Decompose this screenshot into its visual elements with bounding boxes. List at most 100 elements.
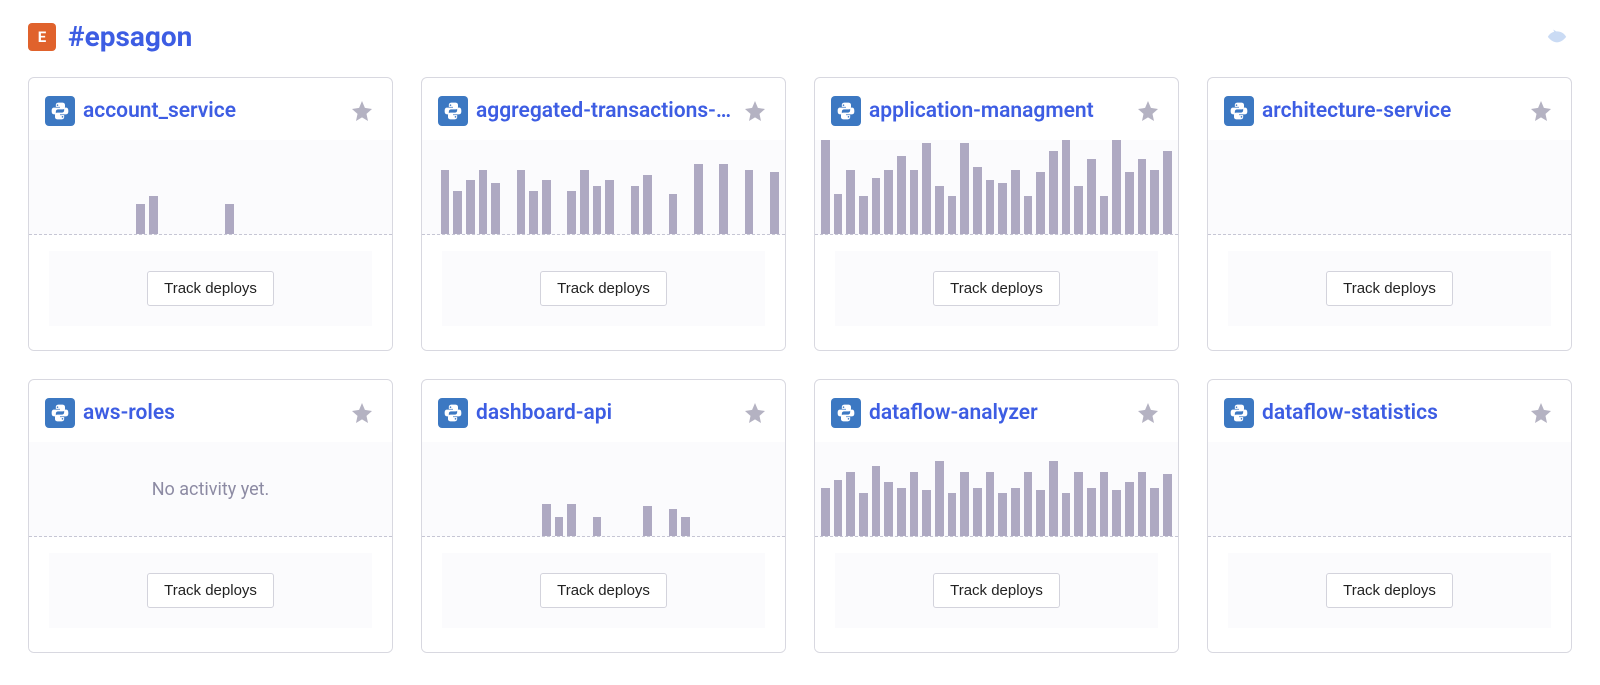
card-header: aws-roles xyxy=(29,380,392,442)
activity-bar xyxy=(770,535,779,536)
activity-bar xyxy=(1252,535,1261,536)
activity-bar xyxy=(491,183,500,234)
activity-bars xyxy=(821,140,1172,234)
project-title-link[interactable]: application-managment xyxy=(869,99,1126,123)
project-title-link[interactable]: aggregated-transactions-worker xyxy=(476,99,733,123)
activity-bar xyxy=(250,233,259,234)
activity-bars xyxy=(428,140,779,234)
activity-bar xyxy=(669,194,678,234)
activity-bar xyxy=(1150,488,1159,536)
activity-bar xyxy=(960,143,969,234)
project-title-link[interactable]: dataflow-analyzer xyxy=(869,401,1126,425)
activity-bar xyxy=(1505,535,1514,536)
activity-bars xyxy=(428,442,779,536)
card-footer: Track deploys xyxy=(815,537,1178,652)
track-deploys-button[interactable]: Track deploys xyxy=(540,271,667,306)
activity-bar xyxy=(757,233,766,234)
page-header: E #epsagon xyxy=(28,20,1572,53)
activity-bar xyxy=(1074,186,1083,234)
star-button[interactable] xyxy=(741,97,769,125)
activity-bar xyxy=(834,480,843,536)
project-title-link[interactable]: account_service xyxy=(83,99,340,123)
org-badge[interactable]: E xyxy=(28,23,56,51)
track-deploys-button[interactable]: Track deploys xyxy=(147,271,274,306)
activity-bar xyxy=(1467,535,1476,536)
project-grid: account_service Track deploys aggregated-t… xyxy=(28,77,1572,653)
activity-bar xyxy=(1353,233,1362,234)
track-deploys-button[interactable]: Track deploys xyxy=(1326,573,1453,608)
activity-bar xyxy=(960,472,969,536)
activity-bar xyxy=(631,535,640,536)
activity-bar xyxy=(1214,535,1223,536)
project-card: architecture-service Track deploys xyxy=(1207,77,1572,351)
activity-bar xyxy=(428,233,437,234)
activity-bar xyxy=(922,143,931,234)
track-deploys-button[interactable]: Track deploys xyxy=(147,573,274,608)
activity-bar xyxy=(948,493,957,536)
activity-bar xyxy=(1493,535,1502,536)
star-button[interactable] xyxy=(1134,97,1162,125)
activity-bar xyxy=(1341,535,1350,536)
star-button[interactable] xyxy=(1134,399,1162,427)
activity-bar xyxy=(35,233,44,234)
activity-bar xyxy=(1138,159,1147,234)
activity-bar xyxy=(643,175,652,234)
activity-bar xyxy=(339,233,348,234)
mascot-icon xyxy=(1542,24,1572,50)
activity-bar xyxy=(263,233,272,234)
activity-bar xyxy=(859,196,868,234)
activity-bar xyxy=(1125,172,1134,234)
project-card: application-managment Track deploys xyxy=(814,77,1179,351)
activity-bar xyxy=(694,535,703,536)
track-deploys-button[interactable]: Track deploys xyxy=(540,573,667,608)
card-header: architecture-service xyxy=(1208,78,1571,140)
card-header: dataflow-statistics xyxy=(1208,380,1571,442)
activity-bar xyxy=(935,461,944,536)
track-deploys-button[interactable]: Track deploys xyxy=(933,271,1060,306)
project-card: dataflow-analyzer Track deploys xyxy=(814,379,1179,653)
activity-bar xyxy=(288,233,297,234)
activity-bar xyxy=(1036,172,1045,234)
activity-bar xyxy=(1531,233,1540,234)
track-deploys-button[interactable]: Track deploys xyxy=(933,573,1060,608)
star-icon xyxy=(1136,401,1160,425)
activity-bar xyxy=(479,170,488,234)
card-header: account_service xyxy=(29,78,392,140)
no-activity-label: No activity yet. xyxy=(29,442,392,536)
activity-bar xyxy=(884,482,893,536)
project-title-link[interactable]: dashboard-api xyxy=(476,401,733,425)
card-footer: Track deploys xyxy=(29,537,392,652)
activity-bar xyxy=(542,504,551,536)
activity-bar xyxy=(935,186,944,234)
activity-bar xyxy=(479,535,488,536)
card-footer: Track deploys xyxy=(1208,235,1571,350)
project-card: account_service Track deploys xyxy=(28,77,393,351)
activity-bar xyxy=(910,472,919,536)
activity-bar xyxy=(834,194,843,234)
star-button[interactable] xyxy=(348,97,376,125)
activity-bar xyxy=(998,493,1007,536)
footer-box: Track deploys xyxy=(835,553,1158,628)
project-title-link[interactable]: dataflow-statistics xyxy=(1262,401,1519,425)
activity-bar xyxy=(1303,535,1312,536)
activity-bar xyxy=(504,535,513,536)
project-title-link[interactable]: architecture-service xyxy=(1262,99,1519,123)
activity-bar xyxy=(1328,233,1337,234)
star-button[interactable] xyxy=(348,399,376,427)
star-button[interactable] xyxy=(741,399,769,427)
star-button[interactable] xyxy=(1527,97,1555,125)
activity-bar xyxy=(1455,233,1464,234)
footer-box: Track deploys xyxy=(442,251,765,326)
star-button[interactable] xyxy=(1527,399,1555,427)
channel-name[interactable]: #epsagon xyxy=(68,20,192,53)
activity-chart xyxy=(1208,442,1571,537)
project-title-link[interactable]: aws-roles xyxy=(83,401,340,425)
footer-box: Track deploys xyxy=(49,251,372,326)
activity-bar xyxy=(555,517,564,536)
star-icon xyxy=(1529,99,1553,123)
card-footer: Track deploys xyxy=(422,235,785,350)
activity-bar xyxy=(377,233,386,234)
track-deploys-button[interactable]: Track deploys xyxy=(1326,271,1453,306)
activity-bar xyxy=(872,466,881,536)
activity-bar xyxy=(1429,233,1438,234)
